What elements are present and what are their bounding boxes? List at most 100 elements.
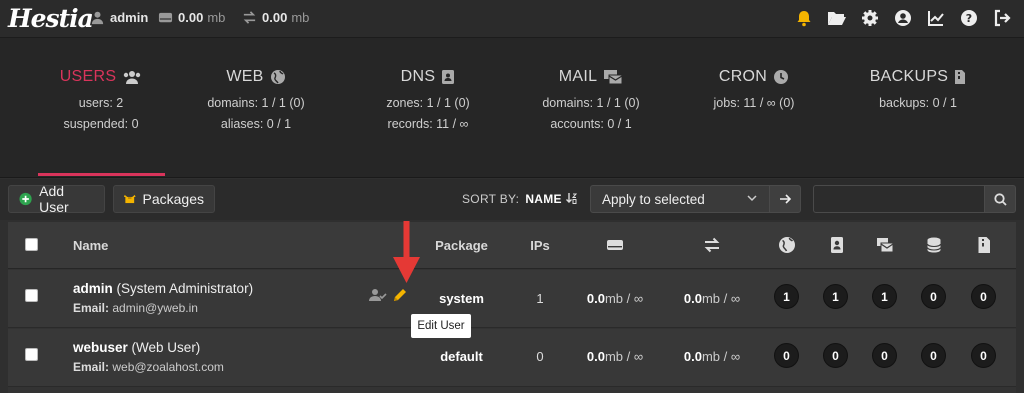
hestia-logo[interactable]: Hestia [8, 4, 94, 33]
row-checkbox[interactable] [25, 348, 38, 361]
bandwidth-used-unit: mb / ∞ [701, 291, 741, 306]
disk-used-unit: mb / ∞ [604, 291, 644, 306]
active-tab-indicator [38, 173, 165, 176]
disk-value: 0.00 [178, 10, 204, 25]
sort-value: NAME [525, 192, 562, 206]
gear-icon[interactable] [860, 8, 880, 28]
username[interactable]: webuser [73, 340, 128, 355]
backups-badge: 0 [971, 284, 996, 309]
address-book-icon [442, 70, 455, 84]
mail-bulk-icon [877, 238, 894, 253]
dns-zones-badge: 1 [823, 284, 848, 309]
search-input[interactable] [813, 185, 985, 213]
web-domains-badge: 1 [774, 284, 799, 309]
web-domains-badge: 0 [774, 343, 799, 368]
top-bar: Hestia admin 0.00 mb 0.00 mb ? [0, 0, 1024, 38]
tab-mail[interactable]: MAIL domains: 1 / 1 (0) accounts: 0 / 1 [516, 68, 666, 131]
search-button[interactable] [984, 185, 1016, 213]
disk-used-unit: mb / ∞ [604, 349, 644, 364]
disk-usage: 0.00 mb [158, 10, 225, 25]
bandwidth-value: 0.00 [262, 10, 288, 25]
user-check-icon[interactable] [369, 288, 387, 302]
edit-user-tooltip: Edit User [411, 314, 471, 338]
tab-backups[interactable]: BACKUPS backups: 0 / 1 [843, 68, 993, 110]
file-archive-icon [955, 70, 966, 84]
arrow-right-icon [780, 194, 791, 204]
pencil-icon[interactable] [392, 287, 408, 303]
mail-domains-badge: 0 [872, 343, 897, 368]
exchange-icon [243, 11, 256, 24]
header-ips[interactable]: IPs [520, 238, 560, 253]
packages-button[interactable]: Packages [113, 185, 215, 213]
bell-icon[interactable] [794, 8, 814, 28]
sort-by[interactable]: SORT BY: NAME [462, 192, 577, 206]
bandwidth-used-value: 0.0 [683, 291, 702, 306]
user-fullname: (System Administrator) [116, 281, 254, 296]
username[interactable]: admin [73, 281, 113, 296]
table-row[interactable]: admin (System Administrator) Email: admi… [8, 270, 1016, 328]
user-name[interactable]: webuser (Web User) [73, 340, 200, 355]
tab-dns[interactable]: DNS zones: 1 / 1 (0) records: 11 / ∞ [353, 68, 503, 131]
user-circle-icon[interactable] [893, 8, 913, 28]
help-icon[interactable]: ? [959, 8, 979, 28]
apply-button[interactable] [769, 185, 801, 213]
header-package[interactable]: Package [418, 238, 505, 253]
current-user-name: admin [110, 10, 149, 25]
add-user-button[interactable]: Add User [8, 183, 105, 215]
tab-cron[interactable]: CRON jobs: 11 / ∞ (0) [679, 68, 829, 110]
package[interactable]: default [418, 349, 505, 364]
mail-domains-badge: 1 [872, 284, 897, 309]
globe-icon [779, 237, 795, 253]
backups-title: BACKUPS [869, 68, 949, 85]
bandwidth-usage: 0.00 mb [242, 10, 309, 25]
add-user-label: Add User [39, 183, 69, 215]
clock-icon [774, 70, 789, 84]
user-email: Email: admin@yweb.in [73, 301, 198, 315]
folder-open-icon[interactable] [827, 8, 847, 28]
tab-web[interactable]: WEB domains: 1 / 1 (0) aliases: 0 / 1 [181, 68, 331, 131]
user-name[interactable]: admin (System Administrator) [73, 281, 253, 296]
chevron-down-icon [747, 195, 757, 202]
exchange-icon [704, 237, 720, 253]
red-arrow-annotation [393, 221, 420, 283]
search-icon [993, 192, 1007, 206]
bandwidth-unit: mb [291, 10, 310, 25]
backups-count: backups: 0 / 1 [879, 96, 957, 110]
user-email: Email: web@zoalahost.com [73, 360, 224, 374]
dns-zones: zones: 1 / 1 (0) [386, 96, 470, 110]
user-fullname: (Web User) [131, 340, 201, 355]
users-icon [124, 71, 141, 84]
database-icon [926, 237, 942, 253]
packages-label: Packages [142, 191, 204, 207]
header-name[interactable]: Name [73, 238, 108, 253]
web-title: WEB [226, 68, 264, 85]
databases-badge: 0 [921, 284, 946, 309]
databases-badge: 0 [921, 343, 946, 368]
table-row[interactable]: webuser (Web User) Email: web@zoalahost.… [8, 329, 1016, 387]
disk-unit: mb [207, 10, 226, 25]
mail-domains: domains: 1 / 1 (0) [542, 96, 640, 110]
dns-records: records: 11 / ∞ [387, 117, 469, 131]
address-book-icon [831, 237, 843, 253]
bulk-action-select[interactable]: Apply to selected [590, 185, 770, 213]
globe-icon [270, 70, 285, 84]
users-table: Name Package IPs admin (System Administr… [8, 222, 1016, 393]
bandwidth-used: 0.0mb / ∞ [662, 291, 762, 306]
email-value: admin@yweb.in [112, 301, 198, 315]
select-all-checkbox[interactable] [25, 238, 38, 251]
logout-icon[interactable] [992, 8, 1012, 28]
tab-users[interactable]: USERS users: 2 suspended: 0 [26, 68, 176, 131]
disk-used-value: 0.0 [586, 291, 605, 306]
cron-title: CRON [718, 68, 768, 85]
chart-line-icon[interactable] [926, 8, 946, 28]
package[interactable]: system [418, 291, 505, 306]
sort-alpha-icon [565, 193, 577, 204]
web-domains: domains: 1 / 1 (0) [207, 96, 305, 110]
row-checkbox[interactable] [25, 289, 38, 302]
stats-panel: USERS users: 2 suspended: 0 WEB domains:… [0, 38, 1024, 178]
dns-zones-badge: 0 [823, 343, 848, 368]
disk-used-value: 0.0 [586, 349, 605, 364]
email-label: Email: [73, 301, 110, 315]
users-count: users: 2 [78, 96, 124, 110]
email-label: Email: [73, 360, 110, 374]
